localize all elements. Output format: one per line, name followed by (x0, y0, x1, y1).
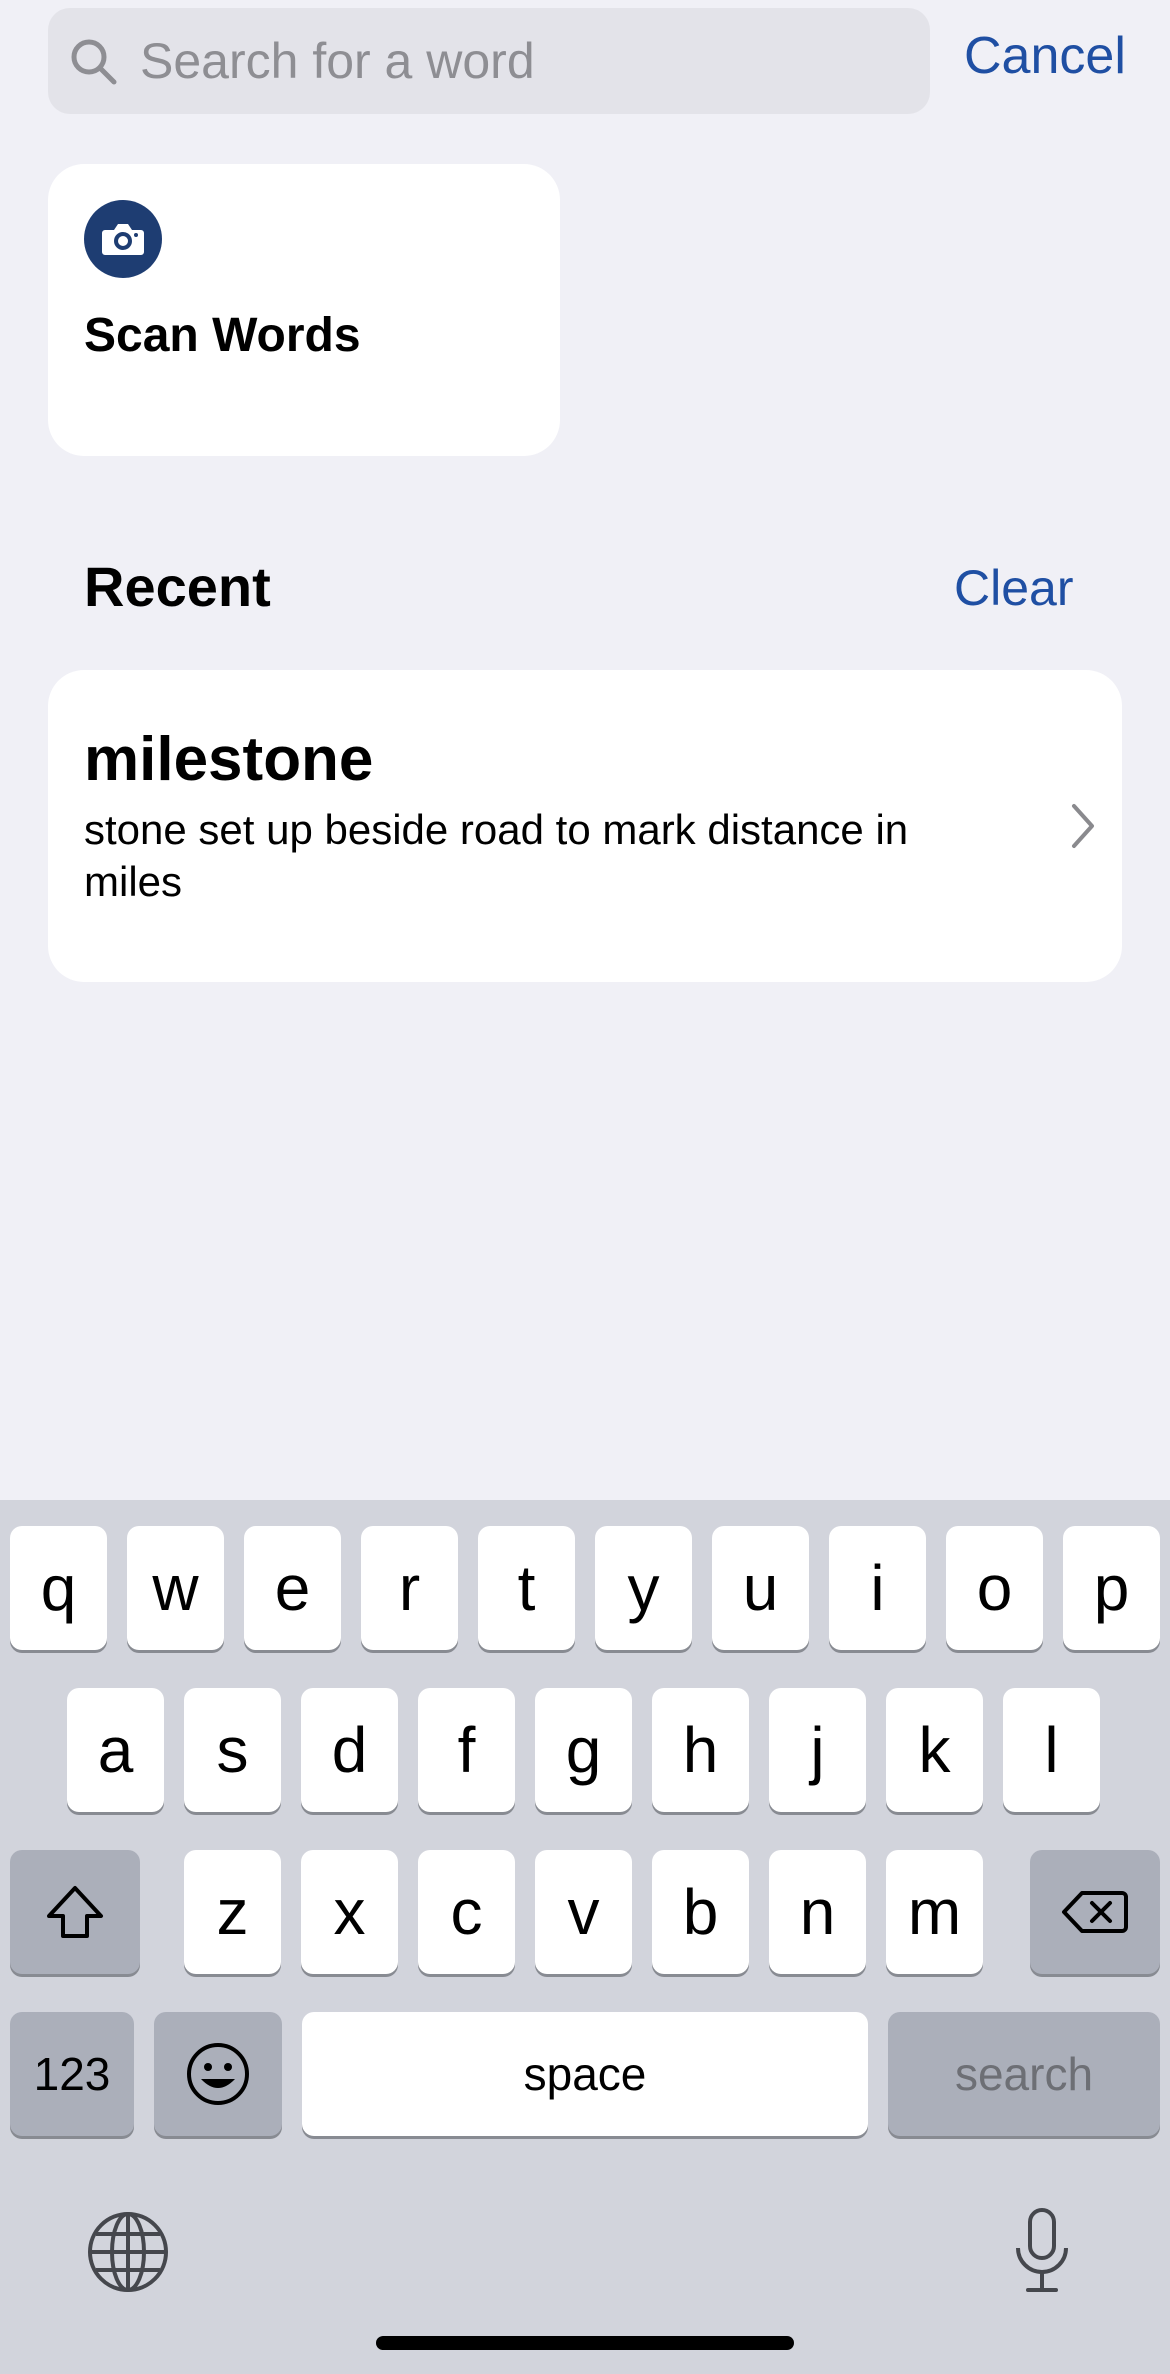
key-label: t (517, 1552, 536, 1624)
home-indicator (376, 2336, 794, 2350)
key-i[interactable]: i (829, 1526, 926, 1650)
recent-heading: Recent (84, 555, 271, 618)
key-label: d (331, 1714, 368, 1786)
search-key[interactable]: search (888, 2012, 1160, 2136)
key-p[interactable]: p (1063, 1526, 1160, 1650)
key-label: o (976, 1552, 1013, 1624)
key-y[interactable]: y (595, 1526, 692, 1650)
key-g[interactable]: g (535, 1688, 632, 1812)
key-label: z (216, 1876, 249, 1948)
search-input[interactable] (140, 8, 910, 114)
key-label: u (742, 1552, 779, 1624)
search-bar[interactable] (48, 8, 930, 114)
key-x[interactable]: x (301, 1850, 398, 1974)
key-label: v (567, 1876, 600, 1948)
key-a[interactable]: a (67, 1688, 164, 1812)
recent-item[interactable]: milestone stone set up beside road to ma… (48, 670, 1122, 982)
key-label: c (450, 1876, 483, 1948)
key-z[interactable]: z (184, 1850, 281, 1974)
clear-button[interactable]: Clear (954, 556, 1073, 620)
key-u[interactable]: u (712, 1526, 809, 1650)
delete-icon (1062, 1891, 1128, 1933)
chevron-right-icon (1072, 804, 1094, 848)
numbers-key-label: 123 (33, 2048, 111, 2100)
recent-definition: stone set up beside road to mark distanc… (84, 806, 909, 905)
key-e[interactable]: e (244, 1526, 341, 1650)
key-label: h (682, 1714, 719, 1786)
key-o[interactable]: o (946, 1526, 1043, 1650)
key-k[interactable]: k (886, 1688, 983, 1812)
key-label: m (907, 1876, 962, 1948)
space-key[interactable]: space (302, 2012, 868, 2136)
key-label: l (1044, 1714, 1059, 1786)
key-label: w (152, 1552, 199, 1624)
key-label: a (97, 1714, 134, 1786)
emoji-key[interactable] (154, 2012, 282, 2136)
search-icon (71, 39, 117, 85)
numbers-key[interactable]: 123 (10, 2012, 134, 2136)
keyboard: q w e r t y u i o p a s d f g h j k l z x c v b nm 123 space s… (0, 1500, 1170, 2374)
key-s[interactable]: s (184, 1688, 281, 1812)
key-h[interactable]: h (652, 1688, 749, 1812)
scan-words-label: Scan Words (84, 309, 361, 362)
camera-icon (84, 200, 162, 278)
key-label: f (457, 1714, 476, 1786)
key-v[interactable]: v (535, 1850, 632, 1974)
shift-icon (47, 1886, 103, 1938)
scan-words-card[interactable]: Scan Words (48, 164, 560, 456)
key-w[interactable]: w (127, 1526, 224, 1650)
emoji-icon (187, 2043, 249, 2105)
key-label: x (333, 1876, 366, 1948)
key-label: b (682, 1876, 719, 1948)
key-label: j (810, 1714, 825, 1786)
key-r[interactable]: r (361, 1526, 458, 1650)
key-label: i (870, 1552, 885, 1624)
shift-key[interactable] (10, 1850, 140, 1974)
recent-word: milestone (84, 725, 374, 794)
key-t[interactable]: t (478, 1526, 575, 1650)
key-label: g (565, 1714, 602, 1786)
microphone-icon[interactable] (1010, 2206, 1074, 2296)
key-label: r (398, 1552, 421, 1624)
key-label: n (799, 1876, 836, 1948)
key-q[interactable]: q (10, 1526, 107, 1650)
key-n[interactable]: n (769, 1850, 866, 1974)
key-d[interactable]: d (301, 1688, 398, 1812)
key-label: q (40, 1552, 77, 1624)
key-label: y (627, 1552, 660, 1624)
key-label: p (1093, 1552, 1130, 1624)
cancel-button[interactable]: Cancel (964, 24, 1126, 88)
key-b[interactable]: b (652, 1850, 749, 1974)
delete-key[interactable] (1030, 1850, 1160, 1974)
key-label: s (216, 1714, 249, 1786)
key-l[interactable]: l (1003, 1688, 1100, 1812)
key-j[interactable]: j (769, 1688, 866, 1812)
key-f[interactable]: f (418, 1688, 515, 1812)
key-label: k (918, 1714, 951, 1786)
key-c[interactable]: c (418, 1850, 515, 1974)
search-key-label: search (954, 2048, 1094, 2100)
key-label: e (274, 1552, 311, 1624)
key-m[interactable]: m (886, 1850, 983, 1974)
globe-icon[interactable] (86, 2210, 170, 2294)
space-key-label: space (523, 2048, 647, 2100)
